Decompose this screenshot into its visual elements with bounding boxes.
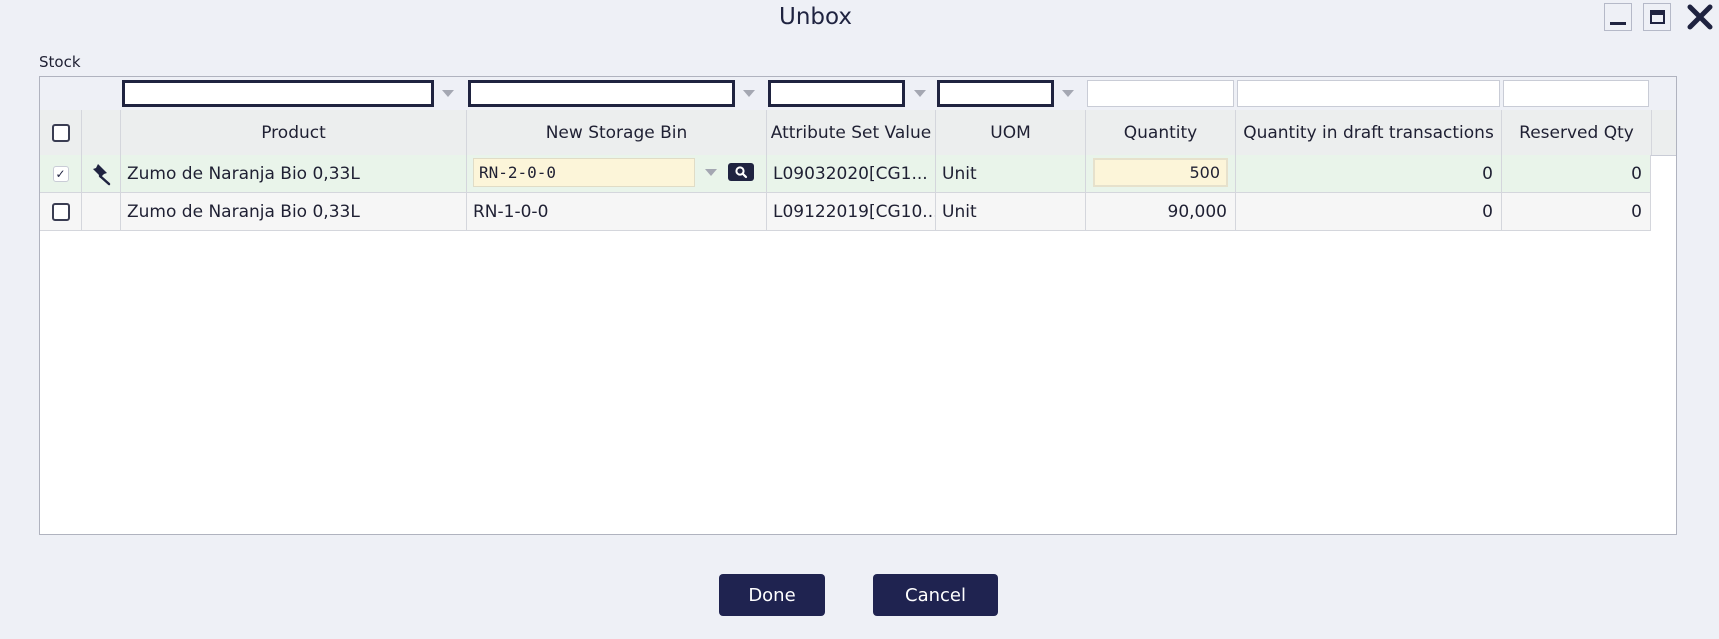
uom-filter-input[interactable] <box>937 80 1054 107</box>
product-filter-dropdown-icon[interactable] <box>442 90 454 97</box>
attribute-filter-input[interactable] <box>768 80 905 107</box>
reserved-qty-cell: 0 <box>1502 193 1651 230</box>
close-icon <box>1687 4 1713 30</box>
draft-qty-filter-input[interactable] <box>1237 80 1500 107</box>
new-storage-bin-input[interactable]: RN-2-0-0 <box>473 158 695 187</box>
draft-qty-cell: 0 <box>1236 155 1502 192</box>
header-product[interactable]: Product <box>121 110 467 155</box>
row-select-cell <box>40 193 82 230</box>
quantity-input[interactable]: 500 <box>1093 158 1228 187</box>
maximize-button[interactable] <box>1643 3 1671 31</box>
section-label: Stock <box>39 53 81 71</box>
header-attribute-set-value[interactable]: Attribute Set Value <box>767 110 936 155</box>
search-icon <box>735 166 748 179</box>
close-button[interactable] <box>1683 1 1717 33</box>
header-uom[interactable]: UOM <box>936 110 1086 155</box>
product-filter-input[interactable] <box>122 80 434 107</box>
bin-dropdown-icon[interactable] <box>705 169 717 176</box>
product-cell: Zumo de Naranja Bio 0,33L <box>121 155 467 192</box>
row-checkbox[interactable] <box>51 202 70 221</box>
table-row[interactable]: ✓ Zumo de Naranja Bio 0,33L RN-2-0-0 L09… <box>40 155 1651 193</box>
attribute-set-value-cell: L09032020[CG1... <box>767 155 936 192</box>
header-new-storage-bin[interactable]: New Storage Bin <box>467 110 767 155</box>
attribute-filter-dropdown-icon[interactable] <box>914 90 926 97</box>
row-pin-cell <box>82 155 121 192</box>
header-row: Product New Storage Bin Attribute Set Va… <box>40 110 1676 156</box>
header-pin-cell <box>82 110 121 155</box>
bin-filter-dropdown-icon[interactable] <box>743 90 755 97</box>
done-button[interactable]: Done <box>719 574 825 616</box>
uom-filter-dropdown-icon[interactable] <box>1062 90 1074 97</box>
row-checkbox[interactable]: ✓ <box>52 165 69 182</box>
filter-row <box>40 77 1676 111</box>
minimize-icon <box>1610 21 1626 25</box>
new-storage-bin-cell: RN-1-0-0 <box>467 193 767 230</box>
header-reserved-qty[interactable]: Reserved Qty <box>1502 110 1652 155</box>
bin-search-button[interactable] <box>728 163 754 181</box>
uom-cell: Unit <box>936 193 1086 230</box>
header-quantity[interactable]: Quantity <box>1086 110 1236 155</box>
uom-cell: Unit <box>936 155 1086 192</box>
reserved-qty-filter-input[interactable] <box>1503 80 1649 107</box>
quantity-filter-input[interactable] <box>1087 80 1234 107</box>
dialog-title: Unbox <box>779 4 852 30</box>
new-storage-bin-cell: RN-2-0-0 <box>467 155 767 192</box>
maximize-icon <box>1649 10 1665 24</box>
row-pin-cell <box>82 193 121 230</box>
quantity-cell: 500 <box>1086 155 1236 192</box>
cancel-button[interactable]: Cancel <box>873 574 998 616</box>
product-cell: Zumo de Naranja Bio 0,33L <box>121 193 467 230</box>
select-all-checkbox[interactable] <box>51 123 70 142</box>
attribute-set-value-cell: L09122019[CG10... <box>767 193 936 230</box>
select-all-cell <box>40 110 82 155</box>
quantity-cell: 90,000 <box>1086 193 1236 230</box>
minimize-button[interactable] <box>1604 3 1632 31</box>
reserved-qty-cell: 0 <box>1502 155 1651 192</box>
table-row[interactable]: Zumo de Naranja Bio 0,33L RN-1-0-0 L0912… <box>40 193 1651 231</box>
header-quantity-in-draft-transactions[interactable]: Quantity in draft transactions <box>1236 110 1502 155</box>
pushpin-icon[interactable] <box>89 162 113 186</box>
bin-filter-input[interactable] <box>468 80 735 107</box>
draft-qty-cell: 0 <box>1236 193 1502 230</box>
stock-grid: Product New Storage Bin Attribute Set Va… <box>39 76 1677 535</box>
row-select-cell: ✓ <box>40 155 82 192</box>
